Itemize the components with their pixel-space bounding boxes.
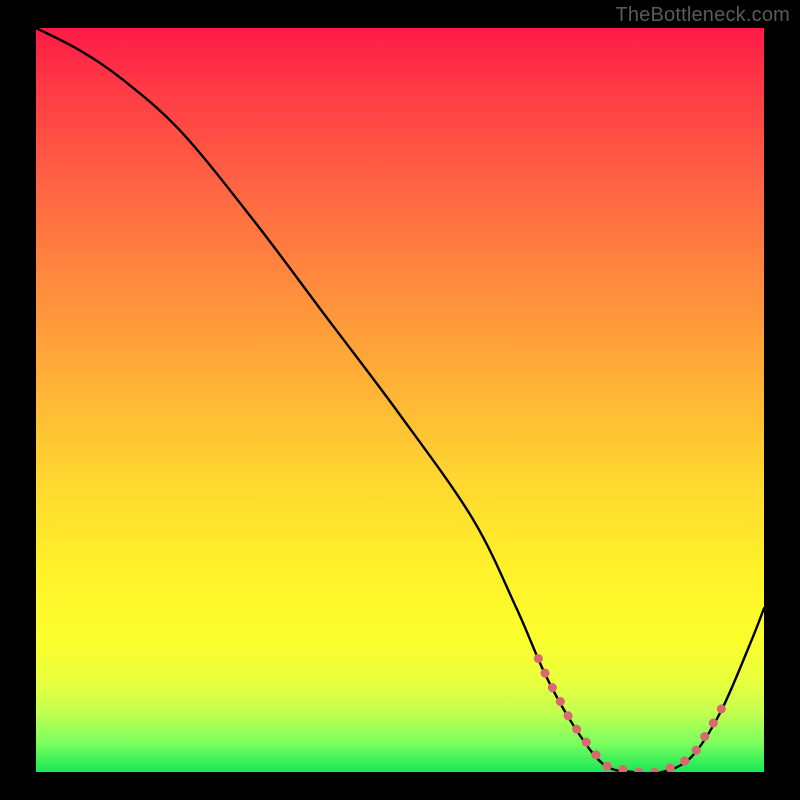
highlight-dots-path bbox=[538, 659, 724, 773]
plot-area bbox=[36, 28, 764, 772]
chart-root: TheBottleneck.com bbox=[0, 0, 800, 800]
watermark-text: TheBottleneck.com bbox=[615, 4, 790, 27]
bottleneck-curve-path bbox=[36, 28, 764, 772]
curve-layer bbox=[36, 28, 764, 772]
